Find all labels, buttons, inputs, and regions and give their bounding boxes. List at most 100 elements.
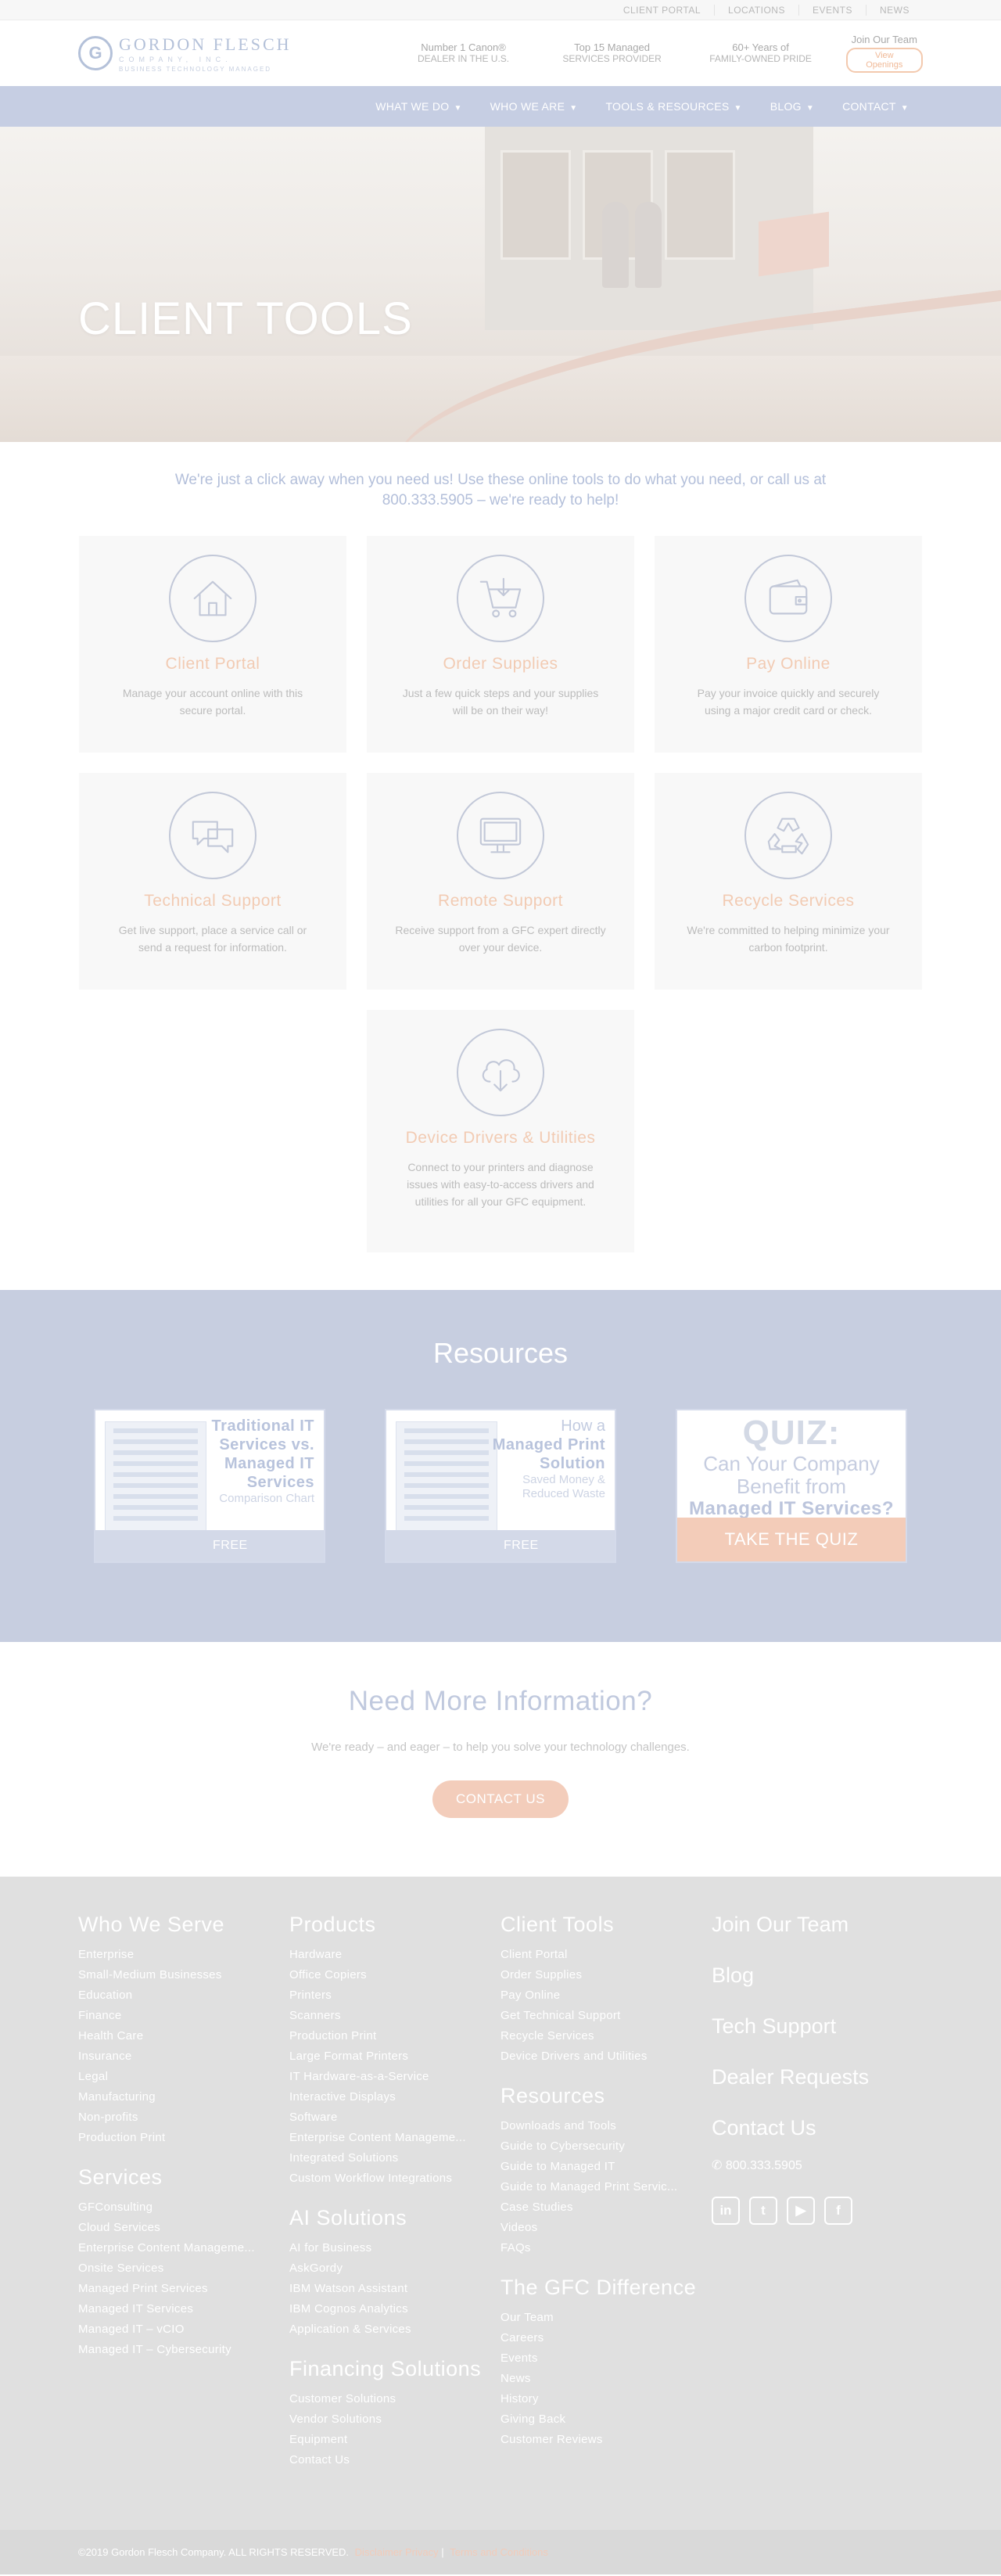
free-download-button[interactable]: FREE DOWNLOAD	[386, 1530, 615, 1561]
footer-link[interactable]: Managed IT Services	[78, 2299, 274, 2319]
footer-link[interactable]: Recycle Services	[500, 2026, 696, 2046]
footer-link[interactable]: Office Copiers	[289, 1965, 485, 1985]
quiz-question: Can Your Company Benefit from	[703, 1452, 880, 1498]
footer-link[interactable]: Contact Us	[289, 2450, 485, 2470]
nav-what-we-do[interactable]: WHAT WE DO ▼	[361, 100, 475, 113]
utility-link-locations[interactable]: LOCATIONS	[714, 5, 798, 16]
footer-link[interactable]: Education	[78, 1985, 274, 2006]
resource-card-it-comparison[interactable]: Traditional IT Services vs. Managed IT S…	[94, 1409, 325, 1563]
footer-link[interactable]: Manufacturing	[78, 2087, 274, 2107]
footer-link[interactable]: Hardware	[289, 1945, 485, 1965]
footer-link[interactable]: FAQs	[500, 2238, 696, 2258]
resource-card-quiz[interactable]: QUIZ: Can Your Company Benefit from Mana…	[676, 1409, 907, 1563]
utility-link-news[interactable]: NEWS	[866, 5, 923, 16]
footer-link[interactable]: Managed IT – vCIO	[78, 2319, 274, 2340]
footer-link[interactable]: Our Team	[500, 2308, 696, 2328]
footer-link[interactable]: Enterprise Content Manageme...	[289, 2128, 485, 2148]
contact-us-button[interactable]: CONTACT US	[432, 1780, 569, 1818]
footer-link[interactable]: Managed IT – Cybersecurity	[78, 2340, 274, 2360]
tool-card-order-supplies[interactable]: Order Supplies Just a few quick steps an…	[367, 536, 634, 753]
footer-link[interactable]: Insurance	[78, 2046, 274, 2067]
footer-heading-client-tools: Client Tools	[500, 1913, 615, 1936]
view-openings-button[interactable]: View Openings	[845, 48, 923, 73]
utility-link-client-portal[interactable]: CLIENT PORTAL	[610, 5, 714, 16]
footer-link[interactable]: IT Hardware-as-a-Service	[289, 2067, 485, 2087]
footer-link[interactable]: GFConsulting	[78, 2197, 274, 2218]
nav-blog[interactable]: BLOG ▼	[756, 100, 828, 113]
footer-link[interactable]: AI for Business	[289, 2238, 485, 2258]
footer-link[interactable]: IBM Cognos Analytics	[289, 2299, 485, 2319]
footer-link[interactable]: Integrated Solutions	[289, 2148, 485, 2168]
footer-link-contact-us[interactable]: Contact Us	[712, 2116, 923, 2140]
footer-link[interactable]: Legal	[78, 2067, 274, 2087]
footer-link[interactable]: Order Supplies	[500, 1965, 696, 1985]
footer-link[interactable]: Equipment	[289, 2430, 485, 2450]
footer-link[interactable]: Enterprise Content Manageme...	[78, 2238, 274, 2258]
footer-link[interactable]: Client Portal	[500, 1945, 696, 1965]
tool-card-pay-online[interactable]: Pay Online Pay your invoice quickly and …	[655, 536, 922, 753]
footer-link[interactable]: Scanners	[289, 2006, 485, 2026]
disclaimer-privacy-link[interactable]: Disclaimer Privacy	[355, 2546, 439, 2558]
footer-link[interactable]: Careers	[500, 2328, 696, 2348]
tool-card-recycle-services[interactable]: Recycle Services We're committed to help…	[655, 773, 922, 990]
nav-tools-resources[interactable]: TOOLS & RESOURCES ▼	[591, 100, 755, 113]
footer-link[interactable]: Downloads and Tools	[500, 2116, 696, 2136]
footer-link[interactable]: Case Studies	[500, 2197, 696, 2218]
footer-link-blog[interactable]: Blog	[712, 1963, 923, 1988]
footer-link-dealer-requests[interactable]: Dealer Requests	[712, 2065, 923, 2089]
footer-link[interactable]: News	[500, 2369, 696, 2389]
tool-card-technical-support[interactable]: Technical Support Get live support, plac…	[79, 773, 346, 990]
footer-link[interactable]: Managed Print Services	[78, 2279, 274, 2299]
footer-link[interactable]: Application & Services	[289, 2319, 485, 2340]
footer-link[interactable]: Onsite Services	[78, 2258, 274, 2279]
footer-link[interactable]: Health Care	[78, 2026, 274, 2046]
footer-link[interactable]: Finance	[78, 2006, 274, 2026]
footer-link[interactable]: Pay Online	[500, 1985, 696, 2006]
footer-link[interactable]: History	[500, 2389, 696, 2409]
nav-who-we-are[interactable]: WHO WE ARE ▼	[476, 100, 592, 113]
footer-phone[interactable]: ✆ 800.333.5905	[712, 2157, 923, 2173]
company-logo[interactable]: G GORDON FLESCH COMPANY, INC. BUSINESS T…	[78, 34, 355, 73]
footer-link[interactable]: Device Drivers and Utilities	[500, 2046, 696, 2067]
footer-link-tech-support[interactable]: Tech Support	[712, 2014, 923, 2039]
footer-link[interactable]: Large Format Printers	[289, 2046, 485, 2067]
footer-link[interactable]: AskGordy	[289, 2258, 485, 2279]
footer-link[interactable]: Software	[289, 2107, 485, 2128]
take-quiz-button[interactable]: TAKE THE QUIZ	[677, 1518, 906, 1561]
footer-link[interactable]: Guide to Cybersecurity	[500, 2136, 696, 2157]
footer-list-products: Hardware Office Copiers Printers Scanners Pr…	[289, 1945, 500, 2189]
footer-link[interactable]: Production Print	[78, 2128, 274, 2148]
footer-link[interactable]: Get Technical Support	[500, 2006, 696, 2026]
footer-link-join-team[interactable]: Join Our Team	[712, 1913, 923, 1937]
nav-contact[interactable]: CONTACT ▼	[828, 100, 923, 113]
youtube-icon[interactable]: ▶	[787, 2197, 815, 2225]
footer-link[interactable]: Giving Back	[500, 2409, 696, 2430]
hero-window	[500, 150, 571, 260]
linkedin-icon[interactable]: in	[712, 2197, 740, 2225]
footer-link[interactable]: Guide to Managed IT	[500, 2157, 696, 2177]
footer-link[interactable]: Guide to Managed Print Servic...	[500, 2177, 696, 2197]
terms-link[interactable]: Terms and Conditions	[450, 2546, 548, 2558]
footer-link[interactable]: Customer Solutions	[289, 2389, 485, 2409]
footer-link[interactable]: Cloud Services	[78, 2218, 274, 2238]
footer-link[interactable]: Vendor Solutions	[289, 2409, 485, 2430]
tool-card-client-portal[interactable]: Client Portal Manage your account online…	[79, 536, 346, 753]
footer-link[interactable]: Customer Reviews	[500, 2430, 696, 2450]
footer-link[interactable]: Enterprise	[78, 1945, 274, 1965]
footer-link[interactable]: Custom Workflow Integrations	[289, 2168, 485, 2189]
footer-link[interactable]: IBM Watson Assistant	[289, 2279, 485, 2299]
tool-card-remote-support[interactable]: Remote Support Receive support from a GF…	[367, 773, 634, 990]
footer-link[interactable]: Interactive Displays	[289, 2087, 485, 2107]
footer-link[interactable]: Non-profits	[78, 2107, 274, 2128]
footer-link[interactable]: Events	[500, 2348, 696, 2369]
footer-link[interactable]: Printers	[289, 1985, 485, 2006]
footer-link[interactable]: Production Print	[289, 2026, 485, 2046]
free-download-button[interactable]: FREE DOWNLOAD	[95, 1530, 324, 1561]
twitter-icon[interactable]: t	[749, 2197, 777, 2225]
footer-link[interactable]: Videos	[500, 2218, 696, 2238]
utility-link-events[interactable]: EVENTS	[798, 5, 866, 16]
facebook-icon[interactable]: f	[824, 2197, 852, 2225]
resource-card-managed-print[interactable]: How a Managed Print Solution Saved Money…	[385, 1409, 616, 1563]
tool-card-device-drivers[interactable]: Device Drivers & Utilities Connect to yo…	[367, 1010, 634, 1252]
footer-link[interactable]: Small-Medium Businesses	[78, 1965, 274, 1985]
